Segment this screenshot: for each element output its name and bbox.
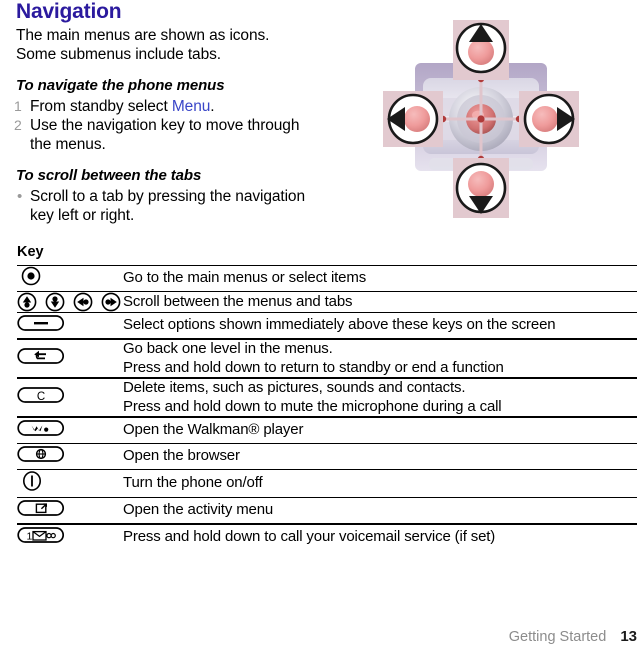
key-center-select-icon bbox=[17, 266, 45, 286]
key-desc-cell: Open the Walkman® player bbox=[123, 416, 637, 444]
callout-left bbox=[383, 91, 443, 147]
key-desc-cell: Select options shown immediately above t… bbox=[123, 312, 637, 339]
key-browser-globe-icon bbox=[17, 444, 65, 464]
content-column: Navigation The main menus are shown as i… bbox=[14, 0, 316, 225]
list-marker: 2 bbox=[14, 117, 22, 133]
key-desc-line: Go back one level in the menus. bbox=[123, 340, 333, 357]
key-voicemail-one-icon: 1 bbox=[17, 525, 65, 545]
list-item-text: Use the navigation key to move through t… bbox=[30, 117, 300, 153]
key-desc-cell: Go to the main menus or select items bbox=[123, 265, 637, 292]
key-selection-soft-icon bbox=[17, 313, 65, 333]
key-desc-line: Scroll between the menus and tabs bbox=[123, 292, 353, 310]
key-icon-cell bbox=[17, 469, 123, 498]
key-nav-down-icon bbox=[45, 292, 65, 312]
procedure-list-scroll: • Scroll to a tab by pressing the navigat… bbox=[16, 187, 316, 225]
key-icon-cell bbox=[17, 443, 123, 470]
key-desc-line: Press and hold down to return to standby… bbox=[123, 358, 504, 376]
key-nav-left-icon bbox=[73, 292, 93, 312]
key-icon-cell bbox=[17, 497, 123, 524]
list-bullet-marker: • bbox=[17, 188, 23, 205]
navigation-key-diagram bbox=[381, 16, 581, 221]
key-nav-up-icon bbox=[17, 292, 37, 312]
footer-page-number: 13 bbox=[620, 628, 637, 645]
key-icon-cell bbox=[17, 291, 123, 313]
key-power-onoff-icon bbox=[17, 470, 47, 492]
procedure-list-navigate: 1 From standby select Menu. 2 Use the navi… bbox=[14, 97, 316, 154]
table-row: Open the browser bbox=[17, 443, 637, 470]
key-desc-cell: Scroll between the menus and tabs bbox=[123, 291, 637, 313]
key-desc-cell: Delete items, such as pictures, sounds a… bbox=[123, 377, 637, 417]
list-item-text: From standby select bbox=[30, 98, 172, 115]
key-desc-line: Select options shown immediately above t… bbox=[123, 316, 556, 334]
table-row: Scroll between the menus and tabs bbox=[17, 291, 637, 313]
table-row: Go back one level in the menus. Press an… bbox=[17, 338, 637, 378]
key-activity-menu-icon bbox=[17, 498, 65, 518]
key-desc-line: Press and hold down to mute the micropho… bbox=[123, 397, 502, 415]
key-desc-line: Turn the phone on/off bbox=[123, 474, 263, 492]
section-heading-scroll-tabs: To scroll between the tabs bbox=[16, 167, 202, 184]
key-table: Go to the main menus or select items Scr… bbox=[17, 265, 637, 550]
key-desc-line: Open the activity menu bbox=[123, 501, 274, 519]
table-row: Open the Walkman® player bbox=[17, 416, 637, 444]
callout-up bbox=[453, 20, 509, 80]
table-row: Select options shown immediately above t… bbox=[17, 312, 637, 339]
key-desc-line: Go to the main menus or select items bbox=[123, 269, 367, 287]
key-icon-cell bbox=[17, 265, 123, 292]
key-desc-line: Open the Walkman® player bbox=[123, 421, 304, 439]
page-footer: Getting Started 13 bbox=[0, 628, 637, 645]
intro-line-2: Some submenus include tabs. bbox=[16, 46, 221, 63]
intro-line-1: The main menus are shown as icons. bbox=[16, 27, 270, 44]
list-item: 1 From standby select Menu. bbox=[14, 97, 316, 116]
key-desc-cell: Press and hold down to call your voicema… bbox=[123, 523, 637, 550]
svg-text:1: 1 bbox=[27, 530, 33, 542]
list-item-text-tail: . bbox=[210, 98, 215, 115]
key-desc-cell: Open the browser bbox=[123, 443, 637, 470]
key-table-title: Key bbox=[17, 244, 44, 260]
key-desc-line: Open the browser bbox=[123, 447, 240, 465]
section-heading-navigate: To navigate the phone menus bbox=[16, 77, 225, 94]
table-row: Open the activity menu bbox=[17, 497, 637, 524]
callout-right bbox=[519, 91, 579, 147]
key-icon-cell bbox=[17, 338, 123, 378]
key-nav-right-icon bbox=[101, 292, 121, 312]
key-desc-line: Press and hold down to call your voicema… bbox=[123, 528, 496, 546]
key-icon-cell: 1 bbox=[17, 523, 123, 550]
table-row: 1 Press and hold down to call your voice… bbox=[17, 523, 637, 550]
key-icon-cell: C bbox=[17, 377, 123, 417]
footer-section-label: Getting Started bbox=[508, 629, 607, 645]
key-back-icon bbox=[17, 346, 65, 366]
key-desc-cell: Go back one level in the menus. Press an… bbox=[123, 338, 637, 378]
list-item-text: Scroll to a tab by pressing the navigati… bbox=[30, 188, 305, 224]
table-row: Turn the phone on/off bbox=[17, 469, 637, 498]
svg-text:C: C bbox=[37, 391, 45, 403]
key-desc-cell: Open the activity menu bbox=[123, 497, 637, 524]
list-marker: 1 bbox=[14, 98, 22, 114]
key-walkman-icon bbox=[17, 418, 65, 438]
table-row: Go to the main menus or select items bbox=[17, 265, 637, 292]
navigation-key-illustration-svg bbox=[383, 20, 579, 218]
page-title: Navigation bbox=[16, 0, 122, 23]
list-item: 2 Use the navigation key to move through … bbox=[14, 116, 316, 154]
key-icon-cell bbox=[17, 312, 123, 339]
table-row: C Delete items, such as pictures, sounds… bbox=[17, 377, 637, 417]
callout-down bbox=[453, 158, 509, 218]
list-item: • Scroll to a tab by pressing the navigat… bbox=[16, 187, 316, 225]
key-icon-cell bbox=[17, 416, 123, 444]
key-table-section: Key Go to the main menus or select items bbox=[17, 243, 637, 550]
key-desc-line: Delete items, such as pictures, sounds a… bbox=[123, 379, 466, 396]
key-clear-c-icon: C bbox=[17, 385, 65, 405]
key-desc-cell: Turn the phone on/off bbox=[123, 469, 637, 498]
menu-link[interactable]: Menu bbox=[172, 98, 210, 115]
